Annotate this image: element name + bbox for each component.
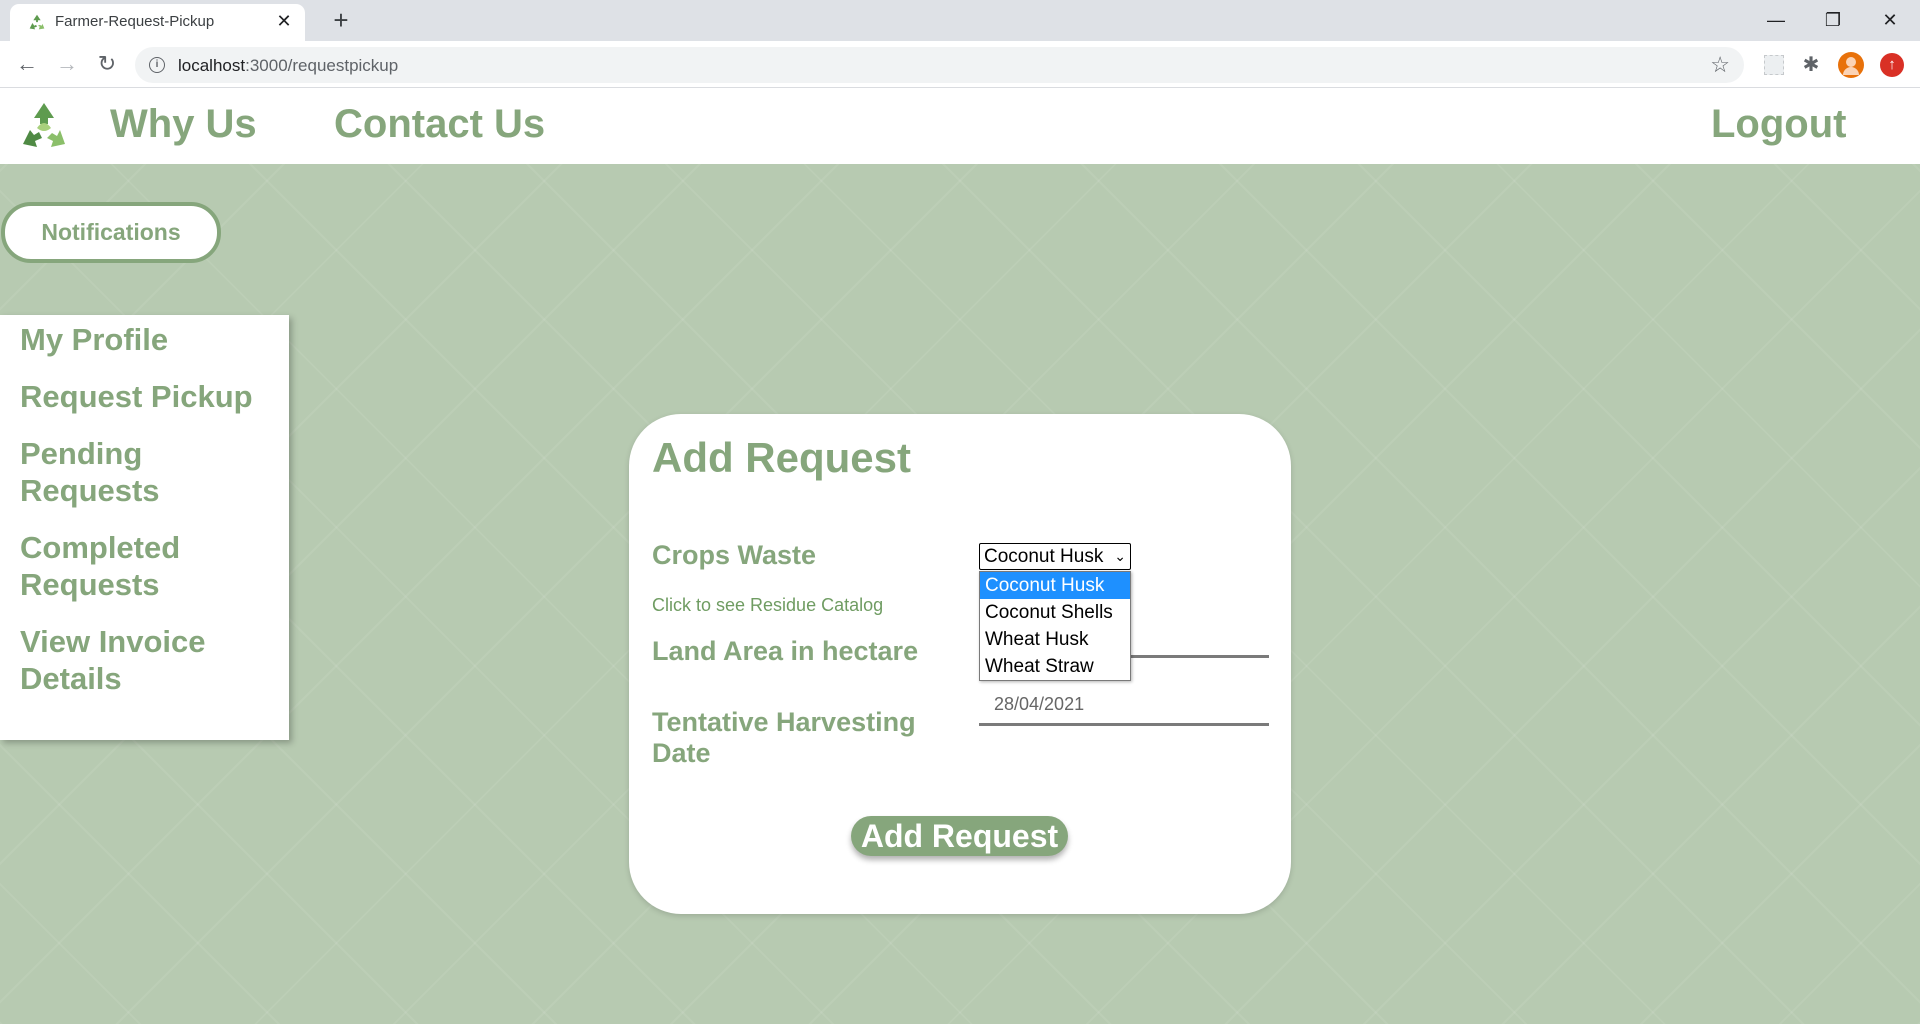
crops-waste-dropdown: Coconut Husk Coconut Shells Wheat Husk W… <box>979 571 1131 681</box>
crops-waste-select[interactable]: Coconut Husk ⌄ <box>979 543 1131 570</box>
extensions-puzzle-icon[interactable]: ✱ <box>1797 51 1825 79</box>
back-arrow-icon[interactable]: ← <box>13 51 41 79</box>
window-close-button[interactable]: ✕ <box>1867 4 1913 36</box>
add-request-button[interactable]: Add Request <box>851 816 1068 856</box>
harvest-date-label: Tentative Harvesting Date <box>652 707 916 768</box>
address-bar[interactable]: i localhost:3000/requestpickup ☆ <box>135 47 1744 83</box>
url-path: :3000/requestpickup <box>245 56 399 75</box>
tab-title: Farmer-Request-Pickup <box>55 13 215 30</box>
forward-arrow-icon[interactable]: → <box>53 51 81 79</box>
page-body: Why Us Contact Us Logout Notifications M… <box>0 88 1920 1024</box>
browser-tab-bar: Farmer-Request-Pickup ✕ + — ❐ ✕ <box>0 0 1920 41</box>
dropdown-option[interactable]: Coconut Husk <box>980 572 1130 599</box>
site-info-icon[interactable]: i <box>149 57 165 73</box>
browser-toolbar: ← → ↻ i localhost:3000/requestpickup ☆ ✱… <box>0 41 1920 88</box>
add-request-card: Add Request Crops Waste Coconut Husk ⌄ C… <box>629 414 1291 914</box>
nav-contact-us[interactable]: Contact Us <box>334 102 545 147</box>
nav-why-us[interactable]: Why Us <box>110 102 257 147</box>
chevron-down-icon: ⌄ <box>1114 548 1126 564</box>
crops-waste-label: Crops Waste <box>652 540 817 570</box>
notifications-button[interactable]: Notifications <box>1 202 221 263</box>
harvest-date-value: 28/04/2021 <box>994 694 1085 714</box>
recycle-favicon-icon <box>29 14 45 30</box>
url-text[interactable]: localhost:3000/requestpickup <box>178 56 398 76</box>
new-tab-button[interactable]: + <box>326 6 356 36</box>
harvest-date-input[interactable]: 28/04/2021 <box>979 690 1269 726</box>
dropdown-option[interactable]: Coconut Shells <box>980 599 1130 626</box>
crops-waste-selected-value: Coconut Husk <box>984 546 1104 567</box>
logout-link[interactable]: Logout <box>1711 102 1847 147</box>
sidebar-item-my-profile[interactable]: My Profile <box>20 321 269 358</box>
land-area-label: Land Area in hectare <box>652 636 919 666</box>
bookmark-star-icon[interactable]: ☆ <box>1710 52 1730 78</box>
recycle-logo-icon[interactable] <box>17 100 71 154</box>
sidebar-item-pending-requests[interactable]: Pending Requests <box>20 435 269 509</box>
sidebar-item-view-invoice-details[interactable]: View Invoice Details <box>20 623 269 697</box>
url-host: localhost <box>178 56 246 75</box>
site-header: Why Us Contact Us Logout <box>0 88 1920 164</box>
dropdown-option[interactable]: Wheat Straw <box>980 653 1130 680</box>
minimize-button[interactable]: — <box>1753 4 1799 36</box>
dropdown-option[interactable]: Wheat Husk <box>980 626 1130 653</box>
tab-close-icon[interactable]: ✕ <box>273 10 295 32</box>
reload-icon[interactable]: ↻ <box>93 51 121 79</box>
residue-catalog-link[interactable]: Click to see Residue Catalog <box>652 595 883 616</box>
restore-button[interactable]: ❐ <box>1810 4 1856 36</box>
sidebar-item-completed-requests[interactable]: Completed Requests <box>20 529 269 603</box>
sidebar-menu: My Profile Request Pickup Pending Reques… <box>0 315 289 740</box>
extension-icon[interactable] <box>1760 51 1788 79</box>
update-arrow-icon[interactable]: ↑ <box>1880 53 1904 77</box>
browser-tab[interactable]: Farmer-Request-Pickup ✕ <box>10 4 305 41</box>
sidebar-item-request-pickup[interactable]: Request Pickup <box>20 378 269 415</box>
form-title: Add Request <box>652 434 912 481</box>
profile-avatar-icon[interactable] <box>1838 52 1864 78</box>
